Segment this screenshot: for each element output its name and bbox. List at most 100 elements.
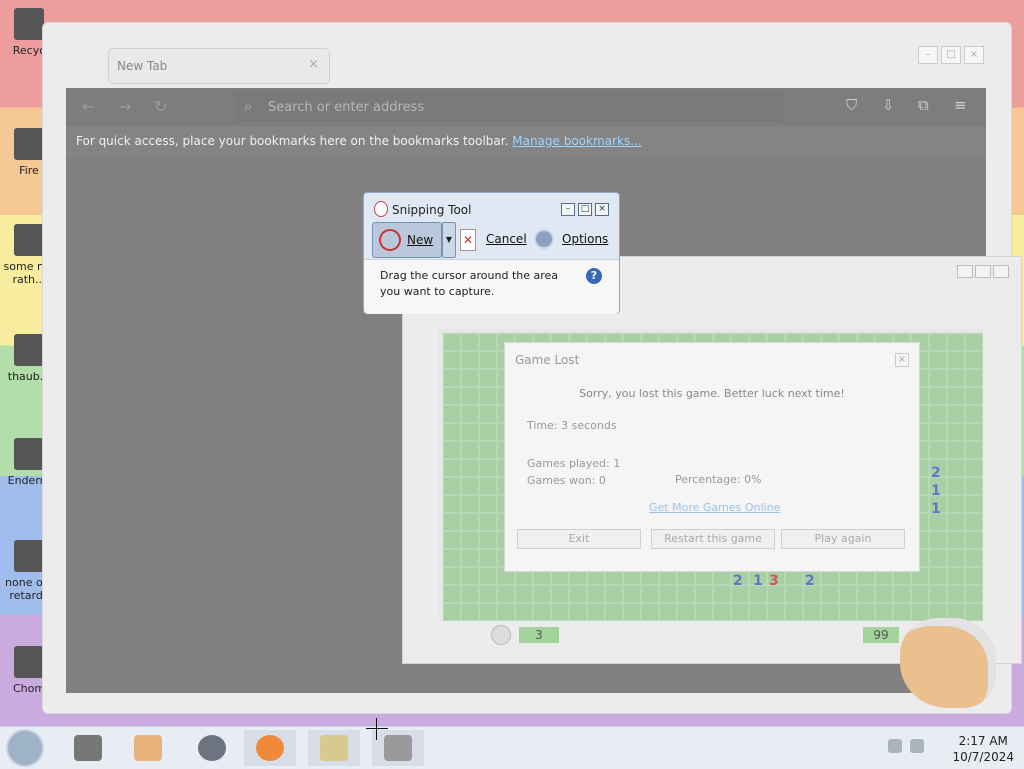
options-button[interactable]: Options bbox=[534, 229, 614, 251]
mine-cell[interactable] bbox=[929, 531, 947, 549]
mine-cell[interactable] bbox=[947, 423, 965, 441]
menu-icon[interactable]: ≡ bbox=[954, 96, 967, 114]
mine-cell[interactable] bbox=[947, 405, 965, 423]
mine-cell[interactable] bbox=[821, 585, 839, 603]
mine-cell[interactable] bbox=[443, 567, 461, 585]
mine-cell[interactable] bbox=[479, 567, 497, 585]
mine-cell[interactable] bbox=[713, 585, 731, 603]
mine-cell[interactable] bbox=[929, 351, 947, 369]
mine-cell[interactable] bbox=[821, 603, 839, 621]
mine-cell[interactable] bbox=[839, 603, 857, 621]
mine-cell[interactable] bbox=[929, 441, 947, 459]
mine-cell[interactable] bbox=[479, 603, 497, 621]
mine-cell[interactable] bbox=[461, 423, 479, 441]
mine-cell[interactable] bbox=[695, 603, 713, 621]
mine-cell[interactable] bbox=[479, 369, 497, 387]
mine-cell[interactable] bbox=[443, 387, 461, 405]
maximize-button[interactable] bbox=[975, 265, 991, 278]
mine-cell[interactable] bbox=[803, 603, 821, 621]
mine-cell[interactable] bbox=[965, 603, 983, 621]
address-bar[interactable]: ⌕ Search or enter address bbox=[234, 92, 784, 122]
minimize-button[interactable]: – bbox=[918, 46, 938, 64]
taskbar-app-browser[interactable] bbox=[186, 730, 238, 766]
mine-cell[interactable] bbox=[461, 387, 479, 405]
exit-button[interactable]: Exit bbox=[517, 529, 641, 549]
mine-cell[interactable] bbox=[479, 459, 497, 477]
mine-cell[interactable] bbox=[965, 333, 983, 351]
restart-button[interactable]: Restart this game bbox=[651, 529, 775, 549]
mine-cell[interactable] bbox=[443, 351, 461, 369]
mine-cell[interactable] bbox=[911, 603, 929, 621]
mine-cell[interactable] bbox=[965, 387, 983, 405]
play-again-button[interactable]: Play again bbox=[781, 529, 905, 549]
mine-cell[interactable] bbox=[641, 603, 659, 621]
mine-cell[interactable] bbox=[929, 549, 947, 567]
reload-icon[interactable]: ↻ bbox=[154, 97, 167, 116]
mine-cell[interactable] bbox=[839, 585, 857, 603]
mine-cell[interactable] bbox=[443, 459, 461, 477]
mine-cell[interactable] bbox=[947, 333, 965, 351]
taskbar-app-firefox[interactable] bbox=[244, 730, 296, 766]
more-games-link[interactable]: Get More Games Online bbox=[649, 501, 780, 514]
mine-cell[interactable] bbox=[479, 387, 497, 405]
mine-cell[interactable] bbox=[461, 459, 479, 477]
mine-cell[interactable] bbox=[947, 513, 965, 531]
mine-cell[interactable] bbox=[929, 423, 947, 441]
mine-cell[interactable] bbox=[479, 441, 497, 459]
mine-cell[interactable] bbox=[875, 603, 893, 621]
mine-cell[interactable] bbox=[479, 423, 497, 441]
mine-cell[interactable] bbox=[947, 387, 965, 405]
mine-cell[interactable] bbox=[443, 495, 461, 513]
mine-cell[interactable] bbox=[659, 585, 677, 603]
mine-cell[interactable] bbox=[947, 531, 965, 549]
mine-cell[interactable] bbox=[965, 351, 983, 369]
mine-cell[interactable] bbox=[479, 477, 497, 495]
mine-cell[interactable] bbox=[515, 603, 533, 621]
mine-cell[interactable] bbox=[587, 585, 605, 603]
mine-cell[interactable] bbox=[461, 441, 479, 459]
mine-cell[interactable] bbox=[461, 603, 479, 621]
mine-cell[interactable] bbox=[965, 513, 983, 531]
mine-cell[interactable] bbox=[443, 603, 461, 621]
pocket-icon[interactable]: ⛉ bbox=[846, 96, 857, 114]
mine-cell[interactable] bbox=[551, 603, 569, 621]
mine-cell[interactable] bbox=[965, 495, 983, 513]
mine-cell[interactable] bbox=[461, 405, 479, 423]
mine-cell[interactable] bbox=[443, 477, 461, 495]
mine-cell[interactable] bbox=[767, 603, 785, 621]
mine-cell[interactable] bbox=[551, 585, 569, 603]
mine-cell[interactable] bbox=[965, 531, 983, 549]
mine-cell[interactable] bbox=[623, 585, 641, 603]
mine-cell[interactable] bbox=[893, 603, 911, 621]
cancel-button[interactable]: ✕ Cancel bbox=[460, 229, 530, 251]
mine-cell[interactable] bbox=[749, 603, 767, 621]
tab-new-tab[interactable]: New Tab × bbox=[108, 48, 330, 84]
mine-cell[interactable] bbox=[695, 585, 713, 603]
mine-cell[interactable] bbox=[533, 585, 551, 603]
mine-cell[interactable] bbox=[461, 549, 479, 567]
mine-cell[interactable] bbox=[965, 441, 983, 459]
mine-cell[interactable] bbox=[605, 585, 623, 603]
mine-cell[interactable] bbox=[479, 405, 497, 423]
mine-cell[interactable] bbox=[605, 603, 623, 621]
mine-cell[interactable] bbox=[965, 423, 983, 441]
mine-cell[interactable] bbox=[947, 477, 965, 495]
mine-cell[interactable] bbox=[623, 603, 641, 621]
mine-cell[interactable] bbox=[947, 459, 965, 477]
mine-cell[interactable] bbox=[497, 603, 515, 621]
mine-cell[interactable] bbox=[479, 333, 497, 351]
volume-icon[interactable] bbox=[910, 739, 924, 753]
mine-cell[interactable] bbox=[479, 351, 497, 369]
mine-cell[interactable] bbox=[443, 441, 461, 459]
mine-cell[interactable] bbox=[911, 585, 929, 603]
mine-cell[interactable] bbox=[461, 369, 479, 387]
manage-bookmarks-link[interactable]: Manage bookmarks... bbox=[512, 134, 641, 148]
mine-cell[interactable] bbox=[677, 603, 695, 621]
download-icon[interactable]: ⇩ bbox=[882, 96, 895, 114]
mine-cell[interactable] bbox=[947, 585, 965, 603]
close-button[interactable] bbox=[993, 265, 1009, 278]
mine-cell[interactable] bbox=[461, 333, 479, 351]
mine-cell[interactable] bbox=[677, 585, 695, 603]
mine-cell[interactable] bbox=[461, 351, 479, 369]
mine-cell[interactable] bbox=[461, 585, 479, 603]
